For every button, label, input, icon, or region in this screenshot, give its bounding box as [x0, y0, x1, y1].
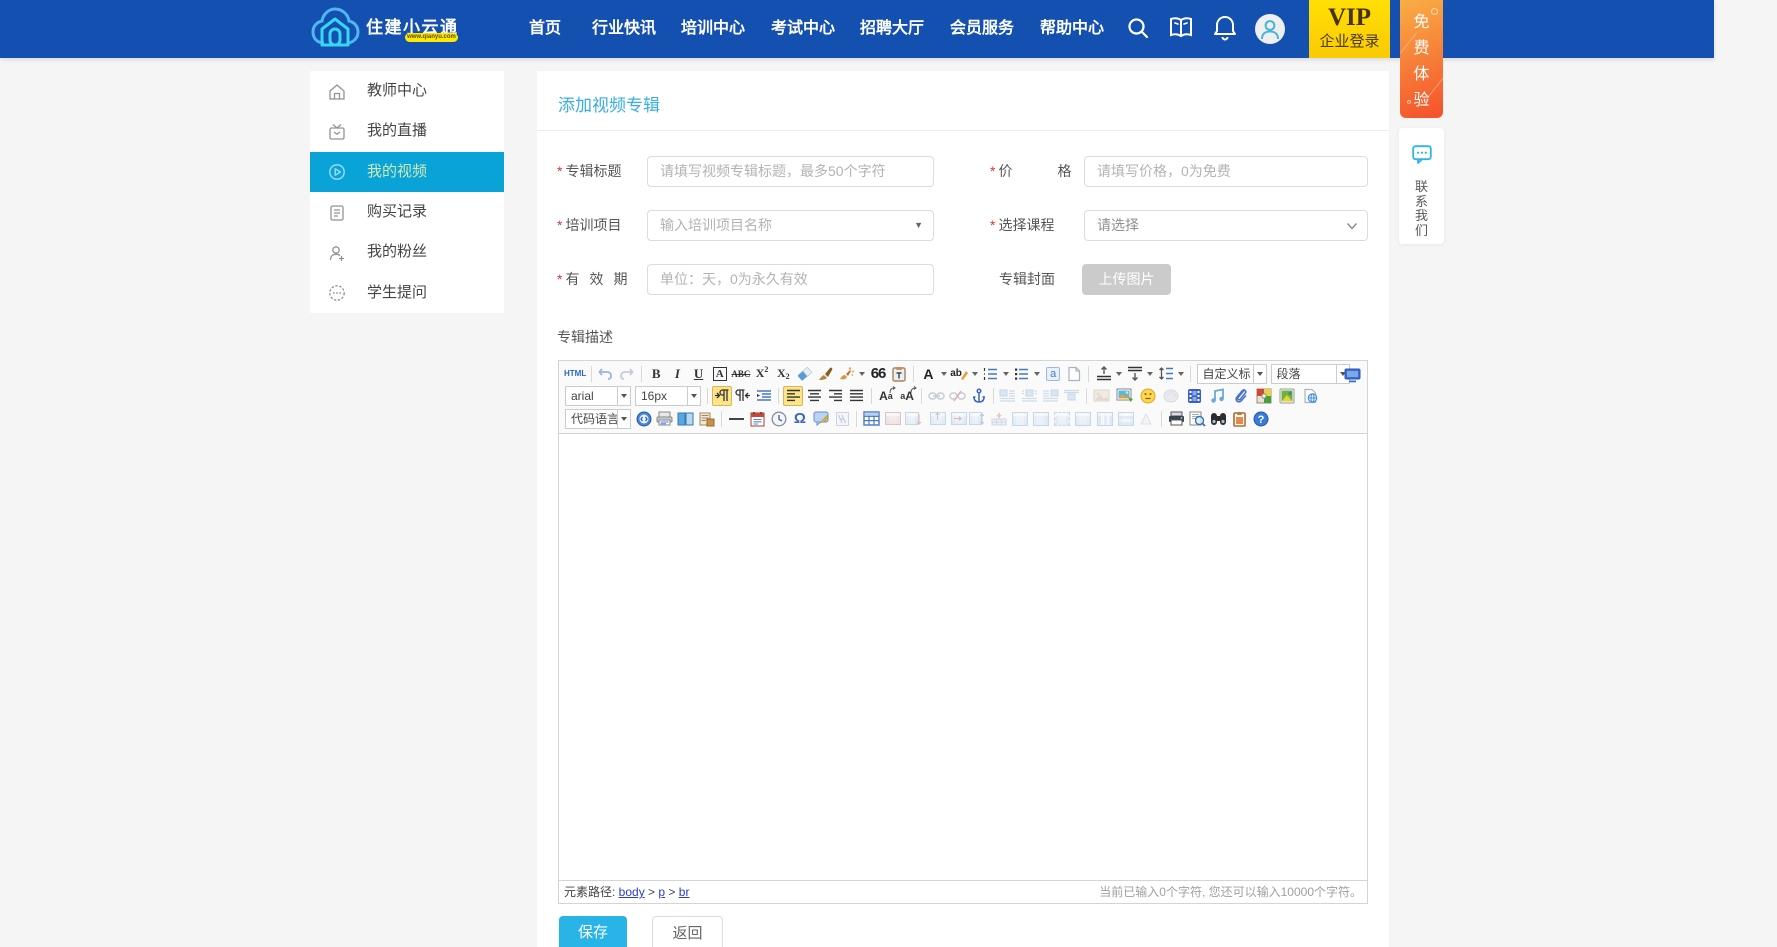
svg-text:?: ? [1257, 414, 1264, 426]
